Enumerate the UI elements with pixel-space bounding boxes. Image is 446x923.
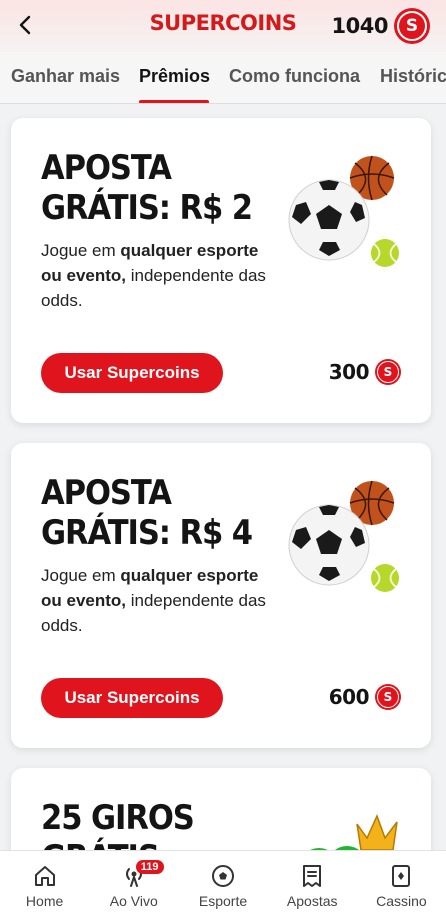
nav-esporte[interactable]: Esporte [178,851,267,923]
card-icon [392,865,411,887]
tab-premios[interactable]: Prêmios [139,66,210,87]
supercoin-icon: S [375,359,401,385]
bet-slip-icon [303,865,322,887]
nav-label: Esporte [198,893,248,909]
price-value: 300 [328,360,370,384]
nav-home[interactable]: Home [0,851,89,923]
nav-apostas[interactable]: Apostas [268,851,357,923]
supercoin-icon: S [394,8,430,44]
home-icon [34,866,55,886]
live-count-badge: 119 [135,860,164,874]
soccer-ball-icon [212,865,234,887]
prize-title: APOSTA GRÁTIS: R$ 4 [41,473,253,553]
prize-description: Jogue em qualquer esporte ou evento, ind… [41,241,266,310]
use-supercoins-button[interactable]: Usar Supercoins [41,678,223,718]
supercoin-icon: S [375,684,401,710]
nav-ao-vivo[interactable]: 119 Ao Vivo [89,851,178,923]
nav-cassino[interactable]: Cassino [357,851,446,923]
prize-title: APOSTA GRÁTIS: R$ 2 [41,148,253,228]
app-header: SUPERCOINS 1040 S [0,0,446,52]
prize-price: 600 S [329,684,401,710]
prize-card: APOSTA GRÁTIS: R$ 4 Jogue em qualquer es… [11,443,431,748]
active-tab-indicator [139,100,209,103]
price-value: 600 [328,685,370,709]
supercoins-balance[interactable]: 1040 S [332,8,430,44]
tab-bar: Ganhar mais Prêmios Como funciona Histór… [0,52,446,104]
tab-como-funciona[interactable]: Como funciona [229,66,360,87]
nav-label: Apostas [286,893,338,909]
tab-ganhar-mais[interactable]: Ganhar mais [11,66,120,87]
bottom-navigation: Home 119 Ao Vivo Esporte Apostas Cassino [0,850,446,923]
sports-balls-icon [288,480,399,592]
nav-label: Ao Vivo [109,893,158,909]
tab-historico[interactable]: Históric [380,66,446,87]
prize-description: Jogue em qualquer esporte ou evento, ind… [41,566,266,635]
prize-card: APOSTA GRÁTIS: R$ 2 Jogue em qualquer es… [11,118,431,423]
nav-label: Home [25,893,64,909]
prize-price: 300 S [329,359,401,385]
use-supercoins-button[interactable]: Usar Supercoins [41,353,223,393]
sports-balls-icon [288,155,399,267]
nav-label: Cassino [376,893,427,909]
balance-value: 1040 [331,14,389,38]
